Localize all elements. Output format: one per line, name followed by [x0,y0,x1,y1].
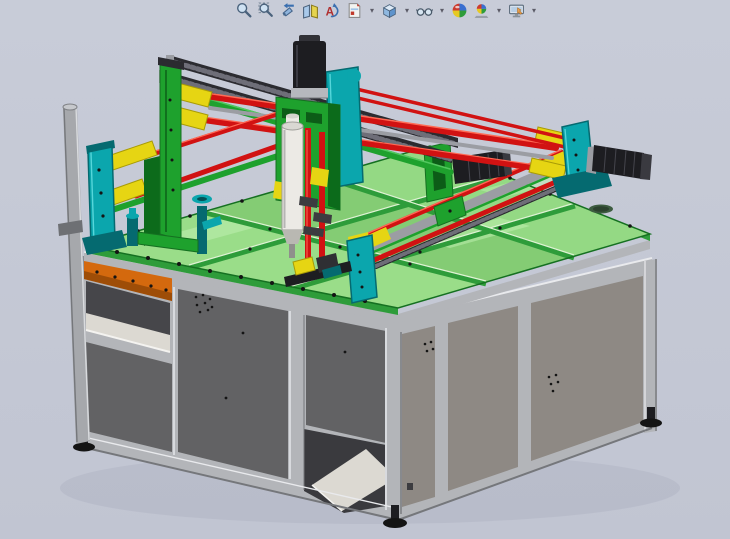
heads-up-view-toolbar: A ▾ ▾ ▾ [236,1,538,19]
view-orientation-icon[interactable] [346,2,363,19]
display-style-icon[interactable] [381,2,398,19]
apply-scene-icon[interactable] [473,2,490,19]
hide-show-items-icon[interactable] [416,2,433,19]
vent-hole [589,205,613,214]
z-guide-rod [319,132,325,268]
dropdown-arrow-icon[interactable]: ▾ [403,2,411,19]
x-gantry-beams [159,55,590,180]
dynamic-annotation-views-icon[interactable]: A [324,2,341,19]
view-settings-icon[interactable] [508,2,525,19]
dropdown-arrow-icon[interactable]: ▾ [530,2,538,19]
corner-post [385,327,402,515]
zoom-to-area-icon[interactable] [258,2,275,19]
cad-viewport[interactable]: A ▾ ▾ ▾ [0,0,730,539]
spindle-tip [289,244,295,258]
z-stepper-motor [293,41,326,91]
dropdown-arrow-icon[interactable]: ▾ [495,2,503,19]
dropdown-arrow-icon[interactable]: ▾ [438,2,446,19]
table-clamp-short [126,208,139,246]
edit-appearance-icon[interactable] [451,2,468,19]
zoom-to-fit-icon[interactable] [236,2,253,19]
right-rear-upright [552,121,652,198]
section-view-icon[interactable] [302,2,319,19]
dropdown-arrow-icon[interactable]: ▾ [368,2,376,19]
previous-view-icon[interactable] [280,2,297,19]
model-3d-view[interactable] [0,0,730,539]
